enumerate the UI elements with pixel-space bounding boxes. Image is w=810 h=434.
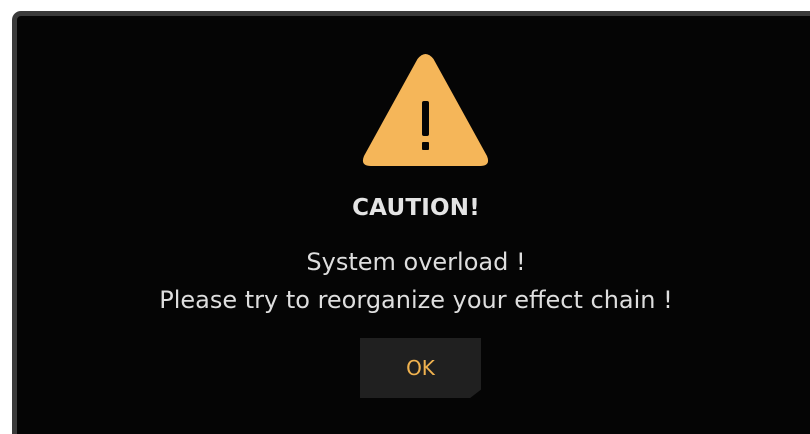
- dialog-message: System overload ! Please try to reorgani…: [17, 243, 810, 319]
- warning-icon: [362, 54, 489, 166]
- message-line: Please try to reorganize your effect cha…: [159, 286, 673, 314]
- message-line: System overload !: [306, 248, 526, 276]
- ok-button-label: OK: [406, 356, 435, 380]
- caution-dialog: CAUTION! System overload ! Please try to…: [12, 11, 810, 434]
- screen: CAUTION! System overload ! Please try to…: [0, 0, 810, 434]
- dialog-title: CAUTION!: [352, 195, 480, 221]
- ok-button[interactable]: OK: [360, 338, 481, 398]
